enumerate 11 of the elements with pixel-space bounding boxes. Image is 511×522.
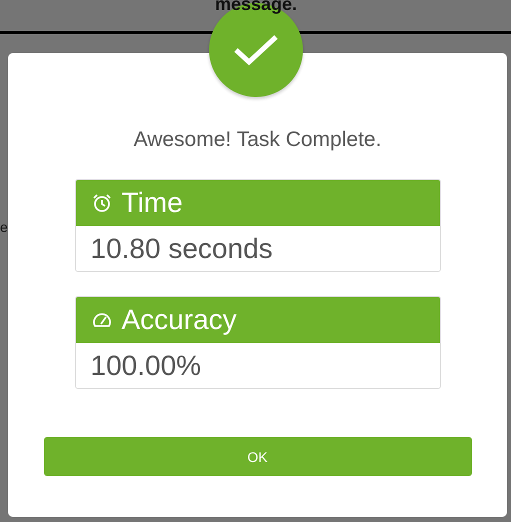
page-heading: message. [215, 0, 298, 14]
dialog-title: Awesome! Task Complete. [134, 128, 382, 152]
stat-value: 10.80 seconds [90, 232, 274, 266]
stat-label: Time [122, 187, 183, 219]
gauge-icon [92, 311, 112, 329]
page-text: e [0, 219, 8, 235]
stat-label: Accuracy [122, 304, 237, 336]
stat-value: 100.00% [90, 348, 202, 382]
alarm-clock-icon [92, 193, 112, 213]
checkmark-icon [233, 33, 279, 67]
ok-button[interactable]: OK [44, 437, 472, 476]
